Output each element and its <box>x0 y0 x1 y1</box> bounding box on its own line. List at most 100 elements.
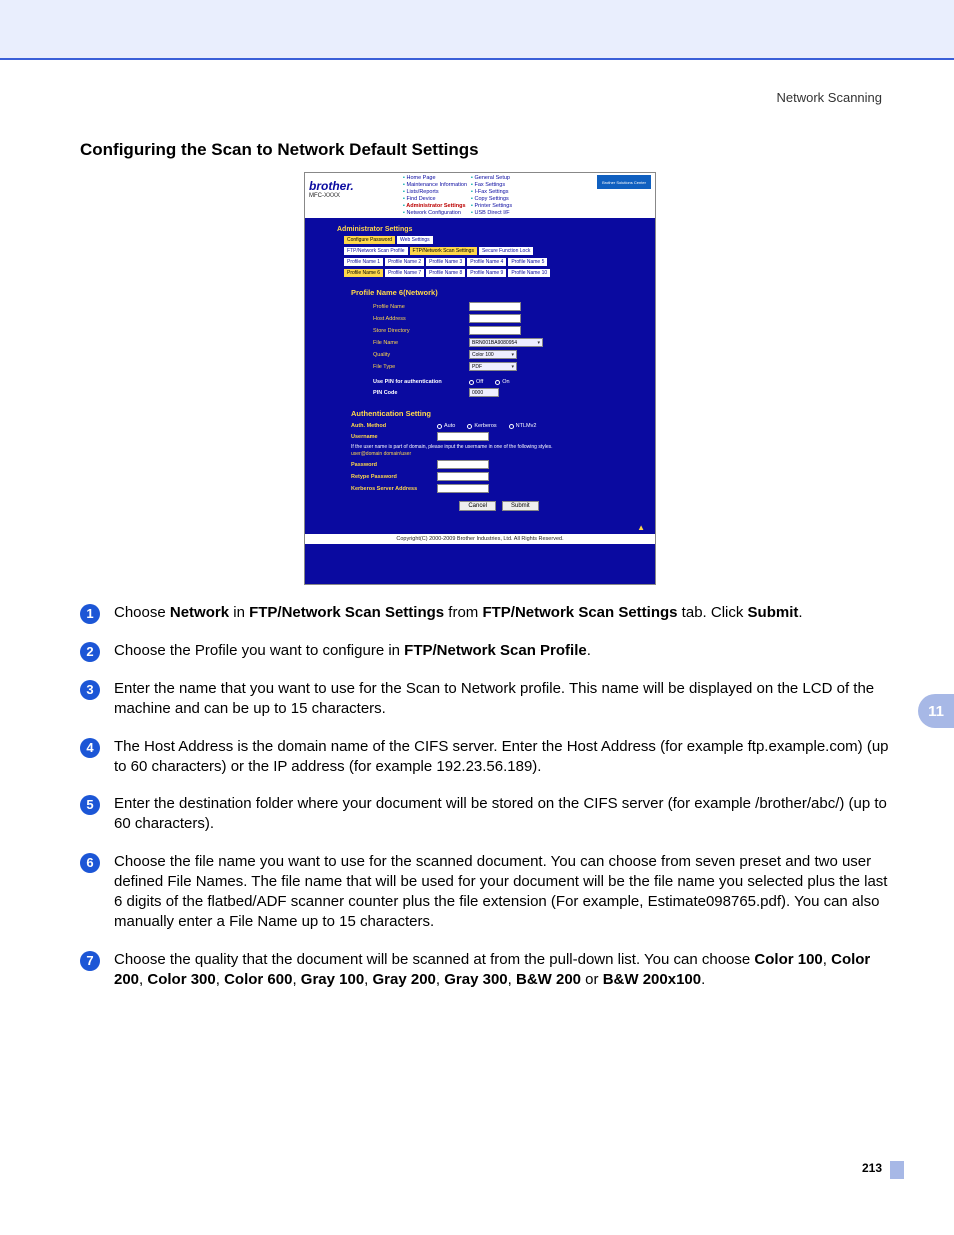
brand-logo: brother. <box>309 179 399 193</box>
tab[interactable]: Profile Name 10 <box>507 268 551 278</box>
label-username: Username <box>351 434 431 440</box>
nav-right-col: General Setup Fax Settings I-Fax Setting… <box>471 175 512 216</box>
pin-off-radio[interactable]: Off <box>469 379 483 385</box>
nav-link-active[interactable]: Administrator Settings <box>403 203 467 209</box>
file-type-select[interactable]: PDF▾ <box>469 362 517 371</box>
tab[interactable]: Profile Name 9 <box>466 268 507 278</box>
chapter-tab: 11 <box>918 694 954 728</box>
model-label: MFC-XXXX <box>309 193 399 199</box>
nav-link[interactable]: Lists/Reports <box>403 189 467 195</box>
step-3: 3 Enter the name that you want to use fo… <box>80 679 890 720</box>
step-2: 2 Choose the Profile you want to configu… <box>80 641 890 662</box>
password-input[interactable] <box>437 460 489 469</box>
tab-row-2: FTP/Network Scan Profile FTP/Network Sca… <box>343 246 647 256</box>
tab-row-1: Configure Password Web Settings <box>343 235 647 245</box>
auth-auto-radio[interactable]: Auto <box>437 423 455 429</box>
nav-link[interactable]: I-Fax Settings <box>471 189 512 195</box>
tab[interactable]: Profile Name 1 <box>343 257 384 267</box>
nav-link[interactable]: Copy Settings <box>471 196 512 202</box>
chevron-down-icon: ▾ <box>537 340 540 346</box>
label-file-name: File Name <box>373 340 463 346</box>
tab[interactable]: Profile Name 2 <box>384 257 425 267</box>
section-title: Configuring the Scan to Network Default … <box>80 140 479 160</box>
step-1: 1 Choose Network in FTP/Network Scan Set… <box>80 603 890 624</box>
tab[interactable]: Profile Name 6 <box>343 268 384 278</box>
label-profile-name: Profile Name <box>373 304 463 310</box>
tab-row-4: Profile Name 6 Profile Name 7 Profile Na… <box>343 268 647 278</box>
page-number: 213 <box>862 1161 882 1175</box>
nav-link[interactable]: General Setup <box>471 175 512 181</box>
pin-on-radio[interactable]: On <box>495 379 509 385</box>
label-use-pin: Use PIN for authentication <box>373 379 463 385</box>
chevron-down-icon: ▾ <box>511 364 514 370</box>
store-directory-input[interactable] <box>469 326 521 335</box>
nav-link[interactable]: Home Page <box>403 175 467 181</box>
label-retype-password: Retype Password <box>351 474 431 480</box>
nav-link[interactable]: Network Configuration <box>403 210 467 216</box>
cancel-button[interactable]: Cancel <box>459 501 496 511</box>
chevron-down-icon: ▾ <box>511 352 514 358</box>
step-number-icon: 3 <box>80 680 100 700</box>
step-4: 4 The Host Address is the domain name of… <box>80 737 890 778</box>
nav-link[interactable]: Maintenance Information <box>403 182 467 188</box>
tab[interactable]: Profile Name 4 <box>466 257 507 267</box>
nav-link[interactable]: Find Device <box>403 196 467 202</box>
steps-list: 1 Choose Network in FTP/Network Scan Set… <box>80 603 890 1007</box>
tab-row-3: Profile Name 1 Profile Name 2 Profile Na… <box>343 257 647 267</box>
label-store-directory: Store Directory <box>373 328 463 334</box>
tab[interactable]: Profile Name 5 <box>507 257 548 267</box>
step-number-icon: 1 <box>80 604 100 624</box>
nav-link[interactable]: Fax Settings <box>471 182 512 188</box>
label-host-address: Host Address <box>373 316 463 322</box>
config-screenshot: brother. MFC-XXXX Home Page Maintenance … <box>304 172 656 585</box>
top-band <box>0 0 954 60</box>
label-file-type: File Type <box>373 364 463 370</box>
step-7: 7 Choose the quality that the document w… <box>80 950 890 991</box>
auth-note-sub: user@domain domain\user <box>351 451 647 457</box>
tab[interactable]: FTP/Network Scan Profile <box>343 246 409 256</box>
profile-header: Profile Name 6(Network) <box>351 288 647 297</box>
host-address-input[interactable] <box>469 314 521 323</box>
config-copyright: Copyright(C) 2000-2009 Brother Industrie… <box>305 534 655 544</box>
label-pin-code: PIN Code <box>373 390 463 396</box>
solutions-center-badge[interactable]: Brother Solutions Center <box>597 175 651 189</box>
step-number-icon: 2 <box>80 642 100 662</box>
auth-ntlmv2-radio[interactable]: NTLMv2 <box>509 423 537 429</box>
quality-select[interactable]: Color 100▾ <box>469 350 517 359</box>
label-quality: Quality <box>373 352 463 358</box>
tab[interactable]: FTP/Network Scan Settings <box>409 246 478 256</box>
kerberos-server-input[interactable] <box>437 484 489 493</box>
step-number-icon: 5 <box>80 795 100 815</box>
pin-code-input[interactable]: 0000 <box>469 388 499 397</box>
profile-name-input[interactable] <box>469 302 521 311</box>
auth-note: If the user name is part of domain, plea… <box>351 444 647 450</box>
label-password: Password <box>351 462 431 468</box>
submit-button[interactable]: Submit <box>502 501 539 511</box>
step-number-icon: 6 <box>80 853 100 873</box>
tab[interactable]: Profile Name 8 <box>425 268 466 278</box>
auth-header: Authentication Setting <box>351 409 647 418</box>
nav-link[interactable]: USB Direct I/F <box>471 210 512 216</box>
retype-password-input[interactable] <box>437 472 489 481</box>
back-to-top-icon[interactable]: ▲ <box>305 517 655 534</box>
username-input[interactable] <box>437 432 489 441</box>
step-number-icon: 7 <box>80 951 100 971</box>
page-marker <box>890 1161 904 1179</box>
auth-kerberos-radio[interactable]: Kerberos <box>467 423 496 429</box>
page-header: Network Scanning <box>777 90 883 105</box>
tab[interactable]: Profile Name 7 <box>384 268 425 278</box>
config-top-bar: brother. MFC-XXXX Home Page Maintenance … <box>305 173 655 218</box>
label-auth-method: Auth. Method <box>351 423 431 429</box>
tab[interactable]: Secure Function Lock <box>478 246 534 256</box>
admin-settings-title: Administrator Settings <box>337 226 647 233</box>
tab[interactable]: Profile Name 3 <box>425 257 466 267</box>
step-6: 6 Choose the file name you want to use f… <box>80 852 890 933</box>
step-5: 5 Enter the destination folder where you… <box>80 794 890 835</box>
nav-link[interactable]: Printer Settings <box>471 203 512 209</box>
label-kerberos-server: Kerberos Server Address <box>351 486 431 492</box>
nav-left-col: Home Page Maintenance Information Lists/… <box>403 175 467 216</box>
step-number-icon: 4 <box>80 738 100 758</box>
tab[interactable]: Web Settings <box>396 235 434 245</box>
tab[interactable]: Configure Password <box>343 235 396 245</box>
file-name-select[interactable]: BRN001BA9080954▾ <box>469 338 543 347</box>
